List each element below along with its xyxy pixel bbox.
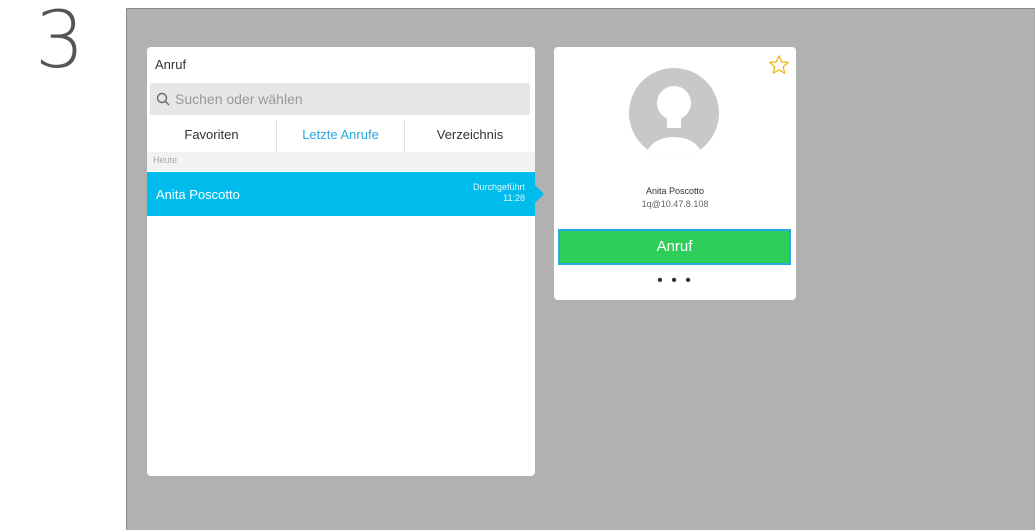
contact-uri: 1q@10.47.8.108 — [641, 199, 709, 209]
search-input[interactable]: Suchen oder wählen — [150, 83, 530, 115]
tab-letzte-anrufe[interactable]: Letzte Anrufe — [277, 121, 404, 151]
section-header-label: Heute — [153, 155, 178, 165]
call-time: 11:28 — [503, 193, 525, 203]
contact-name: Anita Poscotto — [645, 186, 705, 196]
tab-bar: Favoriten Letzte Anrufe Verzeichnis — [147, 121, 535, 151]
avatar-icon — [629, 68, 719, 158]
more-options-button[interactable]: • • • — [554, 273, 796, 289]
search-icon — [156, 92, 170, 106]
call-panel: Anruf Suchen oder wählen Favoriten Letzt… — [147, 47, 535, 476]
list-item-name: Anita Poscotto — [156, 187, 240, 202]
list-item[interactable]: Anita Poscotto Durchgeführt 11:28 — [147, 172, 535, 216]
step-number: 3 — [35, 0, 85, 86]
selection-arrow — [535, 185, 544, 203]
contact-card: Anita Poscotto 1q@10.47.8.108 Anruf • • … — [554, 47, 796, 300]
screen: Anruf Suchen oder wählen Favoriten Letzt… — [126, 8, 1035, 530]
tab-verzeichnis[interactable]: Verzeichnis — [405, 121, 535, 151]
star-icon[interactable] — [768, 54, 790, 76]
section-header: Heute — [147, 152, 535, 171]
call-status: Durchgeführt — [472, 182, 525, 192]
tab-favoriten[interactable]: Favoriten — [147, 121, 276, 151]
panel-title: Anruf — [155, 57, 187, 72]
list-item-status: Durchgeführt 11:28 — [473, 182, 525, 204]
call-button[interactable]: Anruf — [558, 229, 791, 265]
search-placeholder: Suchen oder wählen — [175, 91, 303, 107]
